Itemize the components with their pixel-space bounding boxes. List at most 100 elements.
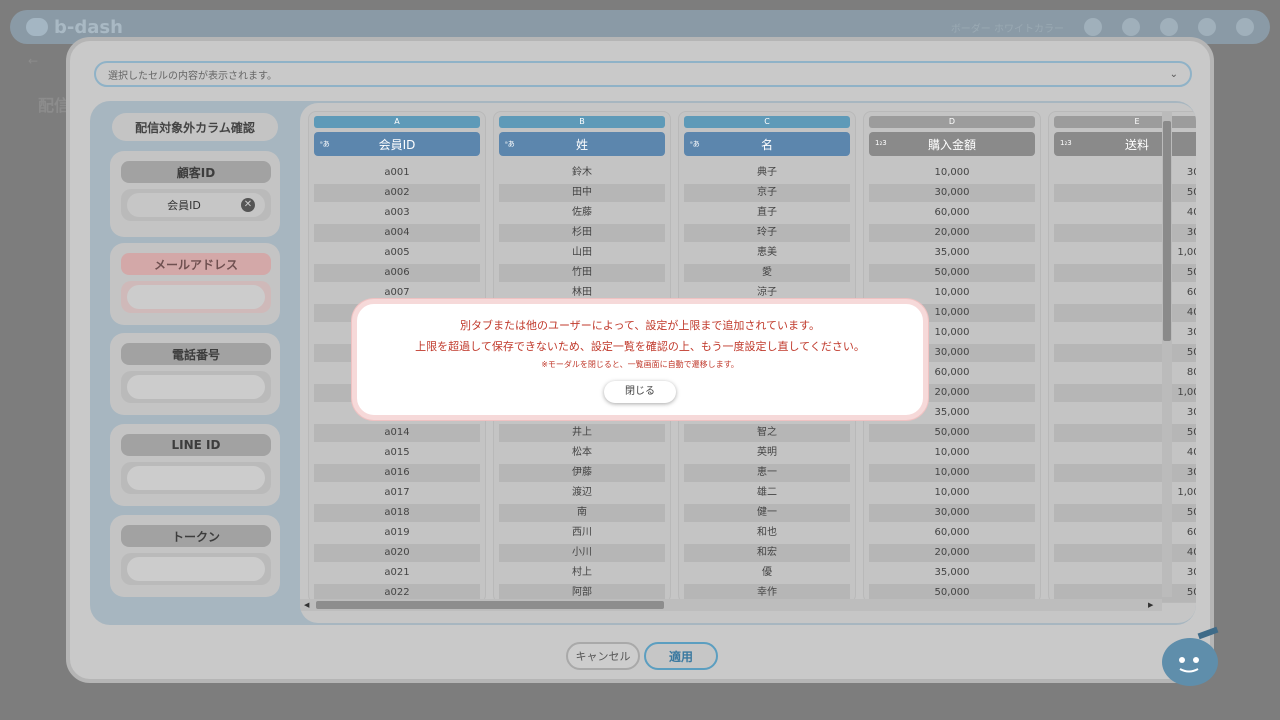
grid-cell[interactable]: 300 — [1054, 224, 1196, 242]
grid-cell[interactable]: 35,000 — [869, 244, 1035, 262]
grid-cell[interactable]: 60,000 — [869, 524, 1035, 542]
grid-cell[interactable]: a002 — [314, 184, 480, 202]
mapping-drop-slot[interactable] — [121, 553, 271, 585]
mapping-drop-slot[interactable] — [121, 281, 271, 313]
grid-cell[interactable]: 300 — [1054, 324, 1196, 342]
grid-cell[interactable]: a020 — [314, 544, 480, 562]
grid-cell[interactable]: 和宏 — [684, 544, 850, 562]
grid-cell[interactable]: 50,000 — [869, 264, 1035, 282]
grid-cell[interactable]: 30,000 — [869, 504, 1035, 522]
mapping-drop-slot[interactable] — [121, 371, 271, 403]
grid-cell[interactable]: 10,000 — [869, 444, 1035, 462]
grid-cell[interactable]: 伊藤 — [499, 464, 665, 482]
remove-icon[interactable]: ✕ — [241, 198, 255, 212]
grid-cell[interactable]: 400 — [1054, 204, 1196, 222]
grid-cell[interactable]: 村上 — [499, 564, 665, 582]
grid-cell[interactable]: a015 — [314, 444, 480, 462]
mapping-drop-slot[interactable]: 会員ID ✕ — [121, 189, 271, 221]
grid-cell[interactable]: a006 — [314, 264, 480, 282]
grid-cell[interactable]: 松本 — [499, 444, 665, 462]
vertical-scroll-thumb[interactable] — [1163, 121, 1171, 341]
grid-column[interactable]: E 1₂3 送料 300 500 400 300 1,000 500 600 400 300 500 80… — [1048, 111, 1196, 603]
grid-cell[interactable]: 玲子 — [684, 224, 850, 242]
column-header[interactable]: ᵃあ 名 — [684, 132, 850, 156]
horizontal-scroll-thumb[interactable] — [316, 601, 664, 609]
grid-cell[interactable]: 1,000 — [1054, 384, 1196, 402]
grid-cell[interactable]: 60,000 — [869, 204, 1035, 222]
grid-cell[interactable]: 400 — [1054, 444, 1196, 462]
grid-cell[interactable]: 400 — [1054, 304, 1196, 322]
app-logo[interactable]: b-dash — [26, 17, 123, 38]
grid-cell[interactable]: 300 — [1054, 404, 1196, 422]
grid-cell[interactable]: 600 — [1054, 524, 1196, 542]
grid-cell[interactable]: 英明 — [684, 444, 850, 462]
scroll-left-icon[interactable]: ◀ — [304, 601, 309, 609]
mapped-column-chip[interactable] — [127, 466, 265, 490]
grid-cell[interactable]: a004 — [314, 224, 480, 242]
column-header[interactable]: ᵃあ 会員ID — [314, 132, 480, 156]
grid-cell[interactable]: 健一 — [684, 504, 850, 522]
mapped-column-chip[interactable] — [127, 285, 265, 309]
grid-cell[interactable]: 300 — [1054, 564, 1196, 582]
grid-cell[interactable]: 500 — [1054, 504, 1196, 522]
grid-cell[interactable]: 井上 — [499, 424, 665, 442]
grid-cell[interactable]: 50,000 — [869, 424, 1035, 442]
column-header[interactable]: 1₂3 送料 — [1054, 132, 1196, 156]
grid-cell[interactable]: a019 — [314, 524, 480, 542]
account-name[interactable]: ボーダー ホワイトカラー — [951, 20, 1064, 35]
grid-cell[interactable]: 20,000 — [869, 544, 1035, 562]
grid-cell[interactable]: 800 — [1054, 364, 1196, 382]
mapped-column-chip[interactable] — [127, 375, 265, 399]
mapping-drop-slot[interactable] — [121, 462, 271, 494]
excluded-columns-button[interactable]: 配信対象外カラム確認 — [112, 113, 278, 141]
grid-cell[interactable]: 竹田 — [499, 264, 665, 282]
horizontal-scrollbar[interactable]: ◀ ▶ — [300, 599, 1162, 611]
grid-cell[interactable]: 優 — [684, 564, 850, 582]
grid-cell[interactable]: 雄二 — [684, 484, 850, 502]
wrench-icon[interactable] — [1122, 18, 1140, 36]
grid-cell[interactable]: 田中 — [499, 184, 665, 202]
grid-cell[interactable]: 400 — [1054, 544, 1196, 562]
back-link[interactable]: ← — [28, 54, 38, 68]
grid-cell[interactable]: 500 — [1054, 264, 1196, 282]
vertical-scrollbar[interactable] — [1162, 111, 1172, 597]
grid-cell[interactable]: 500 — [1054, 424, 1196, 442]
grid-cell[interactable]: 10,000 — [869, 164, 1035, 182]
grid-cell[interactable]: a005 — [314, 244, 480, 262]
mapped-column-chip[interactable]: 会員ID ✕ — [127, 193, 265, 217]
grid-cell[interactable]: 山田 — [499, 244, 665, 262]
apply-button[interactable]: 適用 — [644, 642, 718, 670]
grid-cell[interactable]: 1,000 — [1054, 484, 1196, 502]
grid-icon[interactable] — [1160, 18, 1178, 36]
grid-cell[interactable]: 西川 — [499, 524, 665, 542]
grid-cell[interactable]: a014 — [314, 424, 480, 442]
column-header[interactable]: ᵃあ 姓 — [499, 132, 665, 156]
close-button[interactable]: 閉じる — [604, 381, 676, 403]
grid-cell[interactable]: a017 — [314, 484, 480, 502]
notification-icon[interactable] — [1084, 18, 1102, 36]
grid-cell[interactable]: 300 — [1054, 164, 1196, 182]
grid-cell[interactable]: 京子 — [684, 184, 850, 202]
grid-cell[interactable]: a016 — [314, 464, 480, 482]
grid-cell[interactable]: 600 — [1054, 284, 1196, 302]
grid-cell[interactable]: 智之 — [684, 424, 850, 442]
grid-cell[interactable]: 小川 — [499, 544, 665, 562]
scroll-right-icon[interactable]: ▶ — [1148, 601, 1153, 609]
cancel-button[interactable]: キャンセル — [566, 642, 640, 670]
send-icon[interactable] — [1198, 18, 1216, 36]
grid-cell[interactable]: 佐藤 — [499, 204, 665, 222]
grid-cell[interactable]: 恵一 — [684, 464, 850, 482]
grid-cell[interactable]: 35,000 — [869, 564, 1035, 582]
column-header[interactable]: 1₂3 購入金額 — [869, 132, 1035, 156]
grid-cell[interactable]: 500 — [1054, 184, 1196, 202]
grid-cell[interactable]: a021 — [314, 564, 480, 582]
grid-cell[interactable]: a018 — [314, 504, 480, 522]
grid-cell[interactable]: 300 — [1054, 464, 1196, 482]
mascot-icon[interactable] — [1160, 622, 1226, 692]
grid-cell[interactable]: 典子 — [684, 164, 850, 182]
grid-cell[interactable]: 渡辺 — [499, 484, 665, 502]
grid-cell[interactable]: 南 — [499, 504, 665, 522]
grid-cell[interactable]: 500 — [1054, 344, 1196, 362]
grid-cell[interactable]: a001 — [314, 164, 480, 182]
mapped-column-chip[interactable] — [127, 557, 265, 581]
